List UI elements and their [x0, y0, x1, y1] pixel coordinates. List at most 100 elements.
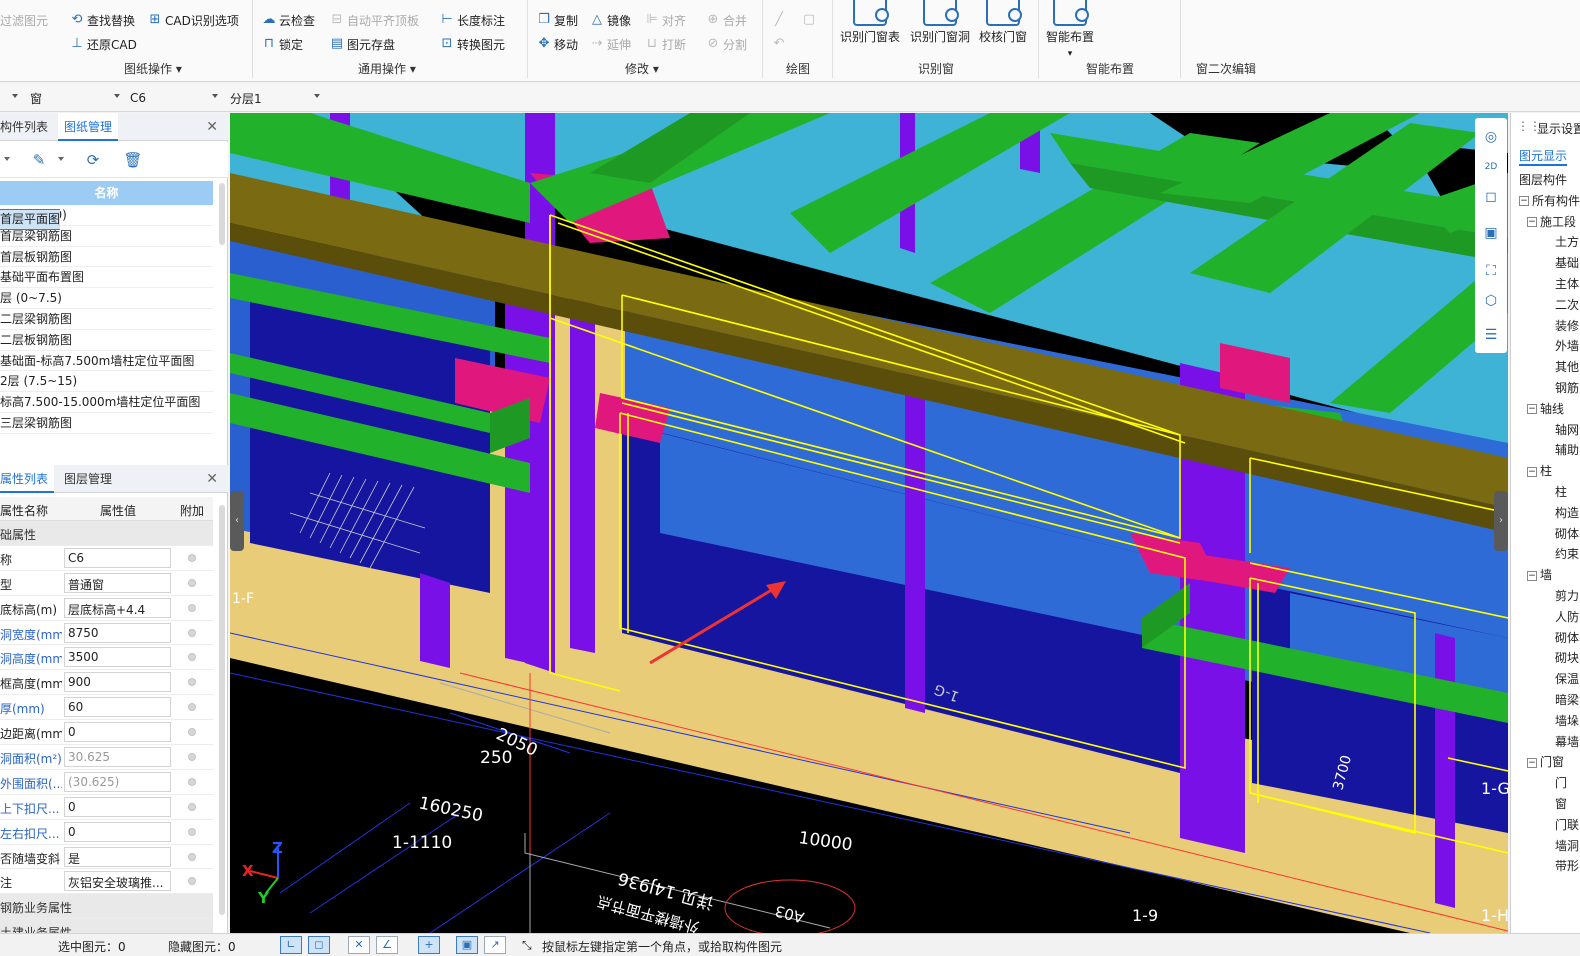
type-select[interactable]: 窗 — [30, 88, 124, 108]
property-list-scrollbar[interactable] — [219, 505, 225, 915]
list-item[interactable]: 层 (0~7.5) — [0, 288, 213, 309]
merge-button[interactable]: ⊕ 合并 — [706, 10, 747, 30]
angle-icon[interactable]: ∠ — [376, 936, 398, 954]
fullscreen-icon[interactable]: ⛶ — [1480, 260, 1502, 282]
box-icon[interactable]: ▣ — [1480, 222, 1502, 244]
property-value-field[interactable]: 灰铝安全玻璃推... — [64, 871, 171, 892]
list-item-selected[interactable]: 首层平面图 — [0, 209, 61, 230]
tree-item[interactable]: 砌体 — [1555, 525, 1579, 542]
property-value-field[interactable]: 是 — [64, 846, 171, 867]
property-row[interactable]: 底标高(m) 层底标高+4.4 — [0, 596, 213, 621]
tree-item[interactable]: 墙洞 — [1555, 837, 1579, 854]
dynamic-input-icon[interactable]: ↗ — [484, 936, 506, 954]
property-row[interactable]: 型 普通窗 — [0, 571, 213, 596]
property-value-field[interactable]: 层底标高+4.4 — [64, 597, 171, 618]
tree-item[interactable]: − 墙 — [1527, 566, 1552, 583]
list-item[interactable]: 标高7.500-15.000m墙柱定位平面图 — [0, 392, 213, 413]
collapse-right-tab[interactable]: › — [1494, 491, 1508, 551]
property-row[interactable]: 称 C6 — [0, 546, 213, 571]
attach-checkbox[interactable] — [188, 827, 196, 836]
tree-item[interactable]: − 柱 — [1527, 462, 1552, 479]
tree-item[interactable]: 装修 — [1555, 317, 1579, 334]
tab-layer-management[interactable]: 图层管理 — [58, 465, 118, 493]
list-item[interactable]: 基础平面布置图 — [0, 267, 213, 289]
tree-item[interactable]: 墙垛 — [1555, 712, 1579, 729]
tree-item[interactable]: 剪力 — [1555, 587, 1579, 604]
tree-item[interactable]: 门 — [1555, 774, 1567, 791]
cross-icon[interactable]: ✕ — [348, 936, 370, 954]
collapse-toggle-icon[interactable]: − — [1527, 466, 1537, 477]
group-general-ops[interactable]: 通用操作 ▾ — [358, 60, 416, 77]
tree-item[interactable]: 砌块 — [1555, 649, 1579, 666]
tree-item[interactable]: 门联 — [1555, 816, 1579, 833]
3d-layer-icon[interactable]: ⬡ — [1480, 290, 1502, 312]
property-row[interactable]: 注 灰铝安全玻璃推... — [0, 869, 213, 895]
tree-item[interactable]: 窗 — [1555, 795, 1567, 812]
cloud-check-button[interactable]: ☁ 云检查 — [262, 10, 316, 30]
tab-element-display[interactable]: 图元显示 — [1519, 147, 1568, 166]
property-value-field[interactable]: 0 — [64, 821, 171, 842]
list-item[interactable]: 基础面-标高7.500m墙柱定位平面图 — [0, 351, 213, 372]
tree-item[interactable]: 柱 — [1555, 483, 1567, 500]
lock-button[interactable]: ⊓ 锁定 — [262, 34, 303, 54]
property-row[interactable]: 左右扣尺... 0 — [0, 820, 213, 845]
tree-item[interactable]: − 施工段 — [1527, 213, 1576, 230]
move-button[interactable]: ✥ 移动 — [537, 34, 578, 54]
tree-item[interactable]: 人防 — [1555, 608, 1579, 625]
tree-item[interactable]: 暗梁 — [1555, 691, 1579, 708]
tree-item[interactable]: 外墙 — [1555, 337, 1579, 354]
attach-checkbox[interactable] — [188, 653, 196, 662]
name-select[interactable]: C6 — [130, 88, 222, 108]
tree-item[interactable]: 轴网 — [1555, 421, 1579, 438]
restore-cad-button[interactable]: ⊥ 还原CAD — [70, 34, 137, 54]
property-row[interactable]: 厚(mm) 60 — [0, 695, 213, 721]
element-save-button[interactable]: ▤ 图元存盘 — [330, 34, 395, 54]
cube-icon[interactable]: ◻ — [1480, 186, 1502, 208]
tree-item[interactable]: 带形 — [1555, 857, 1579, 874]
property-value-field[interactable]: 0 — [64, 722, 171, 743]
offset-icon[interactable]: + — [418, 936, 440, 954]
globe-icon[interactable]: ◎ — [1480, 126, 1502, 148]
copy-button[interactable]: ❐ 复制 — [537, 10, 578, 30]
property-value-field[interactable]: (30.625) — [64, 771, 171, 792]
attach-checkbox[interactable] — [188, 603, 196, 612]
close-icon[interactable]: ✕ — [206, 471, 218, 487]
property-row[interactable]: 洞面积(m²) 30.625 — [0, 745, 213, 770]
property-value-field[interactable]: 普通窗 — [64, 572, 171, 593]
extend-button[interactable]: ⇢ 延伸 — [590, 34, 631, 54]
break-button[interactable]: ⊔ 打断 — [645, 34, 686, 54]
list-item[interactable]: 三层梁钢筋图 — [0, 413, 213, 434]
tree-item[interactable]: 土方 — [1555, 233, 1579, 250]
split-button[interactable]: ⊘ 分割 — [706, 34, 747, 54]
attach-checkbox[interactable] — [188, 753, 196, 762]
length-mark-button[interactable]: ⊢ 长度标注 — [440, 10, 505, 30]
collapse-left-tab[interactable]: ‹ — [230, 491, 244, 551]
recognize-table-button[interactable]: 识别门窗表 — [840, 0, 900, 45]
tree-item[interactable]: 其他 — [1555, 358, 1579, 375]
property-row[interactable]: 外围面积(... (30.625) — [0, 770, 213, 795]
auto-flat-button[interactable]: ⊟ 自动平齐顶板 — [330, 10, 419, 30]
tab-component-list[interactable]: 构件列表 — [0, 113, 54, 141]
tab-drawing-management[interactable]: 图纸管理 — [58, 113, 119, 141]
draw-rect-button[interactable]: ▢ — [802, 10, 819, 30]
edit-drawing-icon[interactable]: ✎ — [28, 149, 50, 171]
list-item[interactable]: 2层 (7.5~15) — [0, 371, 213, 393]
tree-item[interactable]: 保温 — [1555, 670, 1579, 687]
property-value-field[interactable]: 8750 — [64, 622, 171, 643]
property-group-row[interactable]: 础属性 — [0, 521, 213, 546]
tree-item[interactable]: 主体 — [1555, 275, 1579, 292]
list-item[interactable]: 二层板钢筋图 — [0, 330, 213, 351]
property-row[interactable]: 边距离(mm) 0 — [0, 720, 213, 746]
property-value-field[interactable]: C6 — [64, 547, 171, 568]
draw-arc-button[interactable]: ↶ — [772, 34, 789, 54]
ortho-icon[interactable]: ∟ — [280, 936, 302, 954]
tree-item[interactable]: 钢筋 — [1555, 379, 1579, 396]
cad-options-button[interactable]: ⊞ CAD识别选项 — [148, 10, 239, 30]
collapse-toggle-icon[interactable]: − — [1527, 757, 1537, 768]
tree-item[interactable]: − 轴线 — [1527, 400, 1564, 417]
smart-place-button[interactable]: 智能布置 ▾ — [1046, 0, 1094, 59]
group-modify[interactable]: 修改 ▾ — [625, 60, 659, 77]
property-value-field[interactable]: 60 — [64, 697, 171, 718]
drawing-list-scrollbar[interactable] — [219, 183, 225, 245]
check-door-button[interactable]: 校核门窗 — [979, 0, 1027, 45]
